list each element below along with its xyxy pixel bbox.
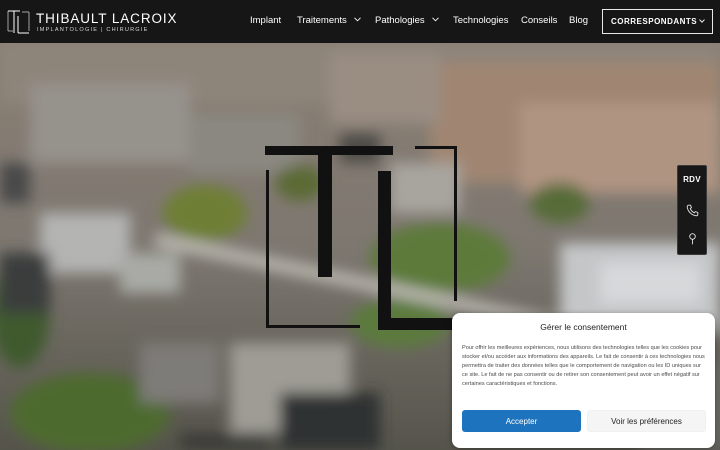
phone-icon[interactable]	[686, 204, 699, 217]
brand-name: THIBAULT LACROIX	[36, 11, 178, 26]
nav-item-traitements[interactable]: Traitements	[297, 15, 362, 26]
chevron-down-icon	[354, 17, 362, 22]
accept-button[interactable]: Accepter	[462, 410, 581, 432]
nav-item-label: Implant	[250, 15, 282, 26]
correspondants-button[interactable]: CORRESPONDANTS	[602, 9, 713, 34]
nav-item-conseils[interactable]: Conseils	[521, 15, 557, 26]
chevron-down-icon	[699, 19, 705, 23]
nav-item-label: Blog	[569, 15, 589, 26]
nav-item-pathologies[interactable]: Pathologies	[375, 15, 440, 26]
view-preferences-button[interactable]: Voir les préférences	[587, 410, 706, 432]
tl-hero-monogram-icon	[265, 146, 457, 330]
nav-item-label: Pathologies	[375, 15, 425, 26]
chevron-down-icon	[432, 17, 440, 22]
nav-item-label: Traitements	[297, 15, 347, 26]
tl-monogram-icon	[7, 10, 30, 34]
nav-item-label: Technologies	[453, 15, 509, 26]
brand-tagline: IMPLANTOLOGIE | CHIRURGIE	[37, 27, 149, 33]
consent-text: Pour offrir les meilleures expériences, …	[462, 345, 705, 388]
contact-side-widget: RDV	[677, 165, 707, 255]
map-pin-icon[interactable]	[686, 232, 699, 245]
nav-item-technologies[interactable]: Technologies	[453, 15, 508, 26]
nav-item-blog[interactable]: Blog	[569, 15, 588, 26]
correspondants-label: CORRESPONDANTS	[611, 17, 698, 26]
rdv-button[interactable]: RDV	[678, 175, 706, 184]
nav-item-implant[interactable]: Implant	[250, 15, 281, 26]
brand-logo[interactable]: THIBAULT LACROIX IMPLANTOLOGIE | CHIRURG…	[7, 9, 177, 35]
consent-title: Gérer le consentement	[540, 322, 627, 332]
site-header: THIBAULT LACROIX IMPLANTOLOGIE | CHIRURG…	[0, 0, 720, 43]
cookie-consent-dialog: Gérer le consentement Pour offrir les me…	[452, 313, 715, 448]
nav-item-label: Conseils	[521, 15, 558, 26]
